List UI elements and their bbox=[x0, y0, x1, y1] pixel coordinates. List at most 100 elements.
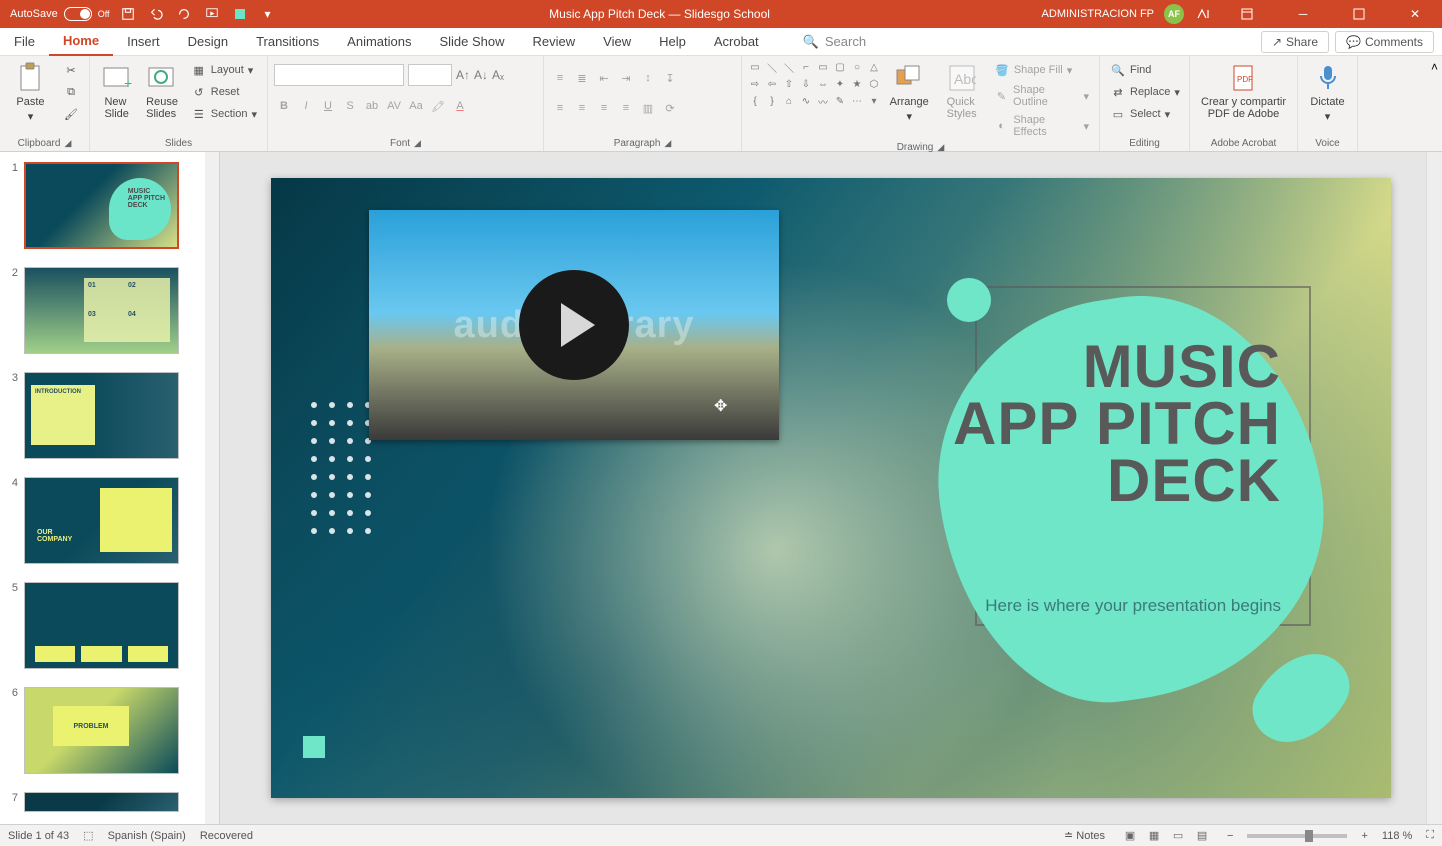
save-icon[interactable] bbox=[118, 4, 138, 24]
tab-home[interactable]: Home bbox=[49, 28, 113, 56]
slide-thumb-1[interactable]: MUSIC APP PITCH DECK bbox=[24, 162, 179, 249]
zoom-level[interactable]: 118 % bbox=[1382, 830, 1412, 842]
shape-textbox-icon[interactable]: ▭ bbox=[748, 60, 762, 74]
shape-star4-icon[interactable]: ✦ bbox=[833, 77, 847, 91]
sorter-view-icon[interactable]: ▦ bbox=[1143, 827, 1165, 845]
shape-star5-icon[interactable]: ★ bbox=[850, 77, 864, 91]
bullets-button[interactable]: ≡ bbox=[550, 68, 570, 88]
start-from-beginning-icon[interactable] bbox=[202, 4, 222, 24]
shape-arrow-r-icon[interactable]: ⇨ bbox=[748, 77, 762, 91]
slide-thumb-3[interactable]: INTRODUCTION bbox=[24, 372, 179, 459]
decrease-font-icon[interactable]: A↓ bbox=[474, 68, 488, 82]
coming-soon-icon[interactable] bbox=[1194, 4, 1214, 24]
search-box[interactable]: 🔍 Search bbox=[803, 34, 866, 50]
italic-button[interactable]: I bbox=[296, 96, 316, 116]
dictate-button[interactable]: Dictate▾ bbox=[1304, 60, 1351, 125]
collapse-ribbon-icon[interactable]: ˄ bbox=[1427, 56, 1442, 151]
shape-dropdown-icon[interactable]: ▾ bbox=[867, 94, 881, 108]
dialog-launcher-icon[interactable]: ◢ bbox=[64, 138, 71, 149]
tab-slideshow[interactable]: Slide Show bbox=[425, 28, 518, 56]
section-button[interactable]: ☰Section▾ bbox=[187, 104, 261, 124]
replace-button[interactable]: ⇄Replace▾ bbox=[1106, 82, 1184, 102]
shape-roundrect-icon[interactable]: ▢ bbox=[833, 60, 847, 74]
shape-arrow-d-icon[interactable]: ⇩ bbox=[799, 77, 813, 91]
clear-format-icon[interactable]: Aₓ bbox=[492, 68, 504, 82]
shape-arrow-l-icon[interactable]: ⇦ bbox=[765, 77, 779, 91]
font-family-select[interactable] bbox=[274, 64, 404, 86]
align-left-button[interactable]: ≡ bbox=[550, 98, 570, 118]
slide-thumb-2[interactable]: 0102 0304 bbox=[24, 267, 179, 354]
slideshow-view-icon[interactable]: ▤ bbox=[1191, 827, 1213, 845]
shadow-button[interactable]: ab bbox=[362, 96, 382, 116]
shape-effects-button[interactable]: ◐Shape Effects▾ bbox=[990, 112, 1093, 140]
video-play-button[interactable] bbox=[519, 270, 629, 380]
shape-scribble-icon[interactable]: ✎ bbox=[833, 94, 847, 108]
select-button[interactable]: ▭Select▾ bbox=[1106, 104, 1184, 124]
close-icon[interactable]: ✕ bbox=[1392, 0, 1438, 28]
language-indicator[interactable]: Spanish (Spain) bbox=[108, 830, 186, 842]
line-spacing-button[interactable]: ↕ bbox=[638, 68, 658, 88]
format-painter-button[interactable]: 🖌 bbox=[59, 104, 83, 124]
panel-scrollbar[interactable] bbox=[205, 152, 219, 824]
slide-thumb-4[interactable]: OUR COMPANY bbox=[24, 477, 179, 564]
tab-design[interactable]: Design bbox=[174, 28, 242, 56]
dialog-launcher-icon[interactable]: ◢ bbox=[664, 138, 671, 149]
comments-button[interactable]: 💬Comments bbox=[1335, 31, 1434, 53]
reuse-slides-button[interactable]: Reuse Slides bbox=[141, 60, 182, 122]
justify-button[interactable]: ≡ bbox=[616, 98, 636, 118]
adobe-pdf-button[interactable]: PDF Crear y compartir PDF de Adobe bbox=[1196, 60, 1291, 122]
shape-oval-icon[interactable]: ○ bbox=[850, 60, 864, 74]
normal-view-icon[interactable]: ▣ bbox=[1119, 827, 1141, 845]
font-color-button[interactable]: A bbox=[450, 96, 470, 116]
shape-fill-button[interactable]: 🪣Shape Fill▾ bbox=[990, 60, 1093, 80]
tab-insert[interactable]: Insert bbox=[113, 28, 174, 56]
notes-button[interactable]: ≐ Notes bbox=[1064, 829, 1105, 842]
arrange-button[interactable]: Arrange▾ bbox=[885, 60, 933, 125]
change-case-button[interactable]: Aa bbox=[406, 96, 426, 116]
char-spacing-button[interactable]: AV bbox=[384, 96, 404, 116]
shape-curve-icon[interactable]: 〰 bbox=[816, 94, 830, 108]
layout-button[interactable]: ▦Layout▾ bbox=[187, 60, 261, 80]
tab-transitions[interactable]: Transitions bbox=[242, 28, 333, 56]
slide-thumb-5[interactable] bbox=[24, 582, 179, 669]
accessibility-icon[interactable]: ⬚ bbox=[83, 829, 93, 842]
shape-brace-icon[interactable]: { bbox=[748, 94, 762, 108]
video-object[interactable]: audio library ✥ bbox=[369, 210, 779, 440]
shape-triangle-icon[interactable]: △ bbox=[867, 60, 881, 74]
tab-file[interactable]: File bbox=[0, 28, 49, 56]
bold-button[interactable]: B bbox=[274, 96, 294, 116]
quick-styles-button[interactable]: Abc Quick Styles bbox=[937, 60, 985, 122]
slide-subtitle[interactable]: Here is where your presentation begins bbox=[985, 596, 1281, 616]
slide-thumb-6[interactable]: PROBLEM bbox=[24, 687, 179, 774]
shape-connector-icon[interactable]: ⌐ bbox=[799, 60, 813, 74]
shape-brace2-icon[interactable]: } bbox=[765, 94, 779, 108]
paste-button[interactable]: Paste▾ bbox=[6, 60, 55, 125]
dialog-launcher-icon[interactable]: ◢ bbox=[414, 138, 421, 149]
smartart-button[interactable]: ⟳ bbox=[660, 98, 680, 118]
text-direction-button[interactable]: ↧ bbox=[660, 68, 680, 88]
qat-more-icon[interactable] bbox=[230, 4, 250, 24]
shape-freeform-icon[interactable]: ∿ bbox=[799, 94, 813, 108]
underline-button[interactable]: U bbox=[318, 96, 338, 116]
shape-line2-icon[interactable]: ＼ bbox=[782, 60, 796, 74]
tab-animations[interactable]: Animations bbox=[333, 28, 425, 56]
align-center-button[interactable]: ≡ bbox=[572, 98, 592, 118]
tab-view[interactable]: View bbox=[589, 28, 645, 56]
shape-more-icon[interactable]: ⋯ bbox=[850, 94, 864, 108]
reset-button[interactable]: ↺Reset bbox=[187, 82, 261, 102]
slide-canvas[interactable]: MUSIC APP PITCH DECK Here is where your … bbox=[271, 178, 1391, 798]
indent-right-button[interactable]: ⇥ bbox=[616, 68, 636, 88]
zoom-in-button[interactable]: + bbox=[1361, 830, 1367, 842]
share-button[interactable]: ↗Share bbox=[1261, 31, 1329, 53]
columns-button[interactable]: ▥ bbox=[638, 98, 658, 118]
shape-line-icon[interactable]: ＼ bbox=[765, 60, 779, 74]
shape-rect-icon[interactable]: ▭ bbox=[816, 60, 830, 74]
zoom-out-button[interactable]: − bbox=[1227, 830, 1233, 842]
cut-button[interactable]: ✂ bbox=[59, 60, 83, 80]
fit-to-window-icon[interactable]: ⛶ bbox=[1426, 829, 1434, 842]
undo-icon[interactable] bbox=[146, 4, 166, 24]
shape-arrow-u-icon[interactable]: ⇧ bbox=[782, 77, 796, 91]
slide-title[interactable]: MUSIC APP PITCH DECK bbox=[953, 338, 1281, 509]
slide-thumb-7[interactable] bbox=[24, 792, 179, 812]
minimize-icon[interactable]: ─ bbox=[1280, 0, 1326, 28]
